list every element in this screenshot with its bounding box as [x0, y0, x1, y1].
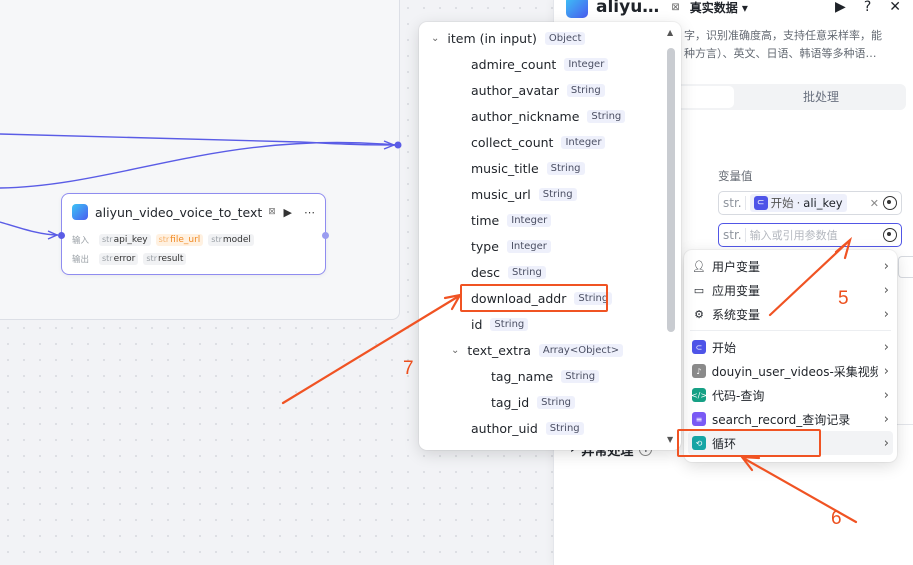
tree-field-music-title[interactable]: music_title String — [471, 158, 585, 178]
plugin-badge-icon: ⊠ — [671, 1, 680, 13]
clear-reference-icon[interactable]: ✕ — [870, 197, 879, 210]
tree-field-collect-count[interactable]: collect_count Integer — [471, 132, 606, 152]
chevron-right-icon: › — [883, 411, 889, 427]
value-input[interactable]: 输入或引用参数值 — [750, 227, 838, 243]
tree-field-author-nickname[interactable]: author_nickname String — [471, 106, 626, 126]
tree-field-id[interactable]: id String — [471, 314, 529, 334]
run-icon[interactable]: ▶ — [835, 0, 846, 15]
node-aliyun-video-voice-to-text[interactable]: aliyun_video_voice_to_text ⊠ ▶ ⋯ 输入 stra… — [58, 193, 329, 275]
reference-chip: ⊂ 开始 · ali_key — [749, 194, 847, 212]
panel-description: 字，识别准确度高，支持任意采样率，能 种方言）、英文、日语、韩语等多种语… — [684, 29, 882, 60]
aliyun-logo-icon — [566, 0, 588, 18]
douyin-icon: ♪ — [692, 364, 706, 378]
gear-icon: ⚙ — [694, 307, 704, 321]
annotation-number-7: 7 — [403, 358, 414, 379]
node-title: aliyun_video_voice_to_text — [95, 204, 263, 220]
menu-item-code-query[interactable]: </> 代码-查询 › — [688, 383, 893, 407]
menu-item-user-variables[interactable]: 👤︎ 用户变量 › — [688, 254, 893, 278]
annotation-number-5: 5 — [838, 288, 849, 309]
tree-field-music-url[interactable]: music_url String — [471, 184, 577, 204]
reference-picker-icon[interactable] — [883, 196, 897, 210]
menu-item-app-variables[interactable]: ▭ 应用变量 › — [688, 278, 893, 302]
help-icon[interactable]: ? — [864, 0, 871, 15]
code-icon: </> — [691, 388, 707, 402]
mode-tabs: 批处理 — [674, 84, 906, 110]
side-control[interactable] — [898, 256, 913, 278]
chevron-right-icon: › — [883, 387, 889, 403]
scroll-down-icon[interactable]: ▼ — [667, 435, 673, 444]
tree-field-type[interactable]: type Integer — [471, 236, 551, 256]
menu-item-douyin-user-videos[interactable]: ♪ douyin_user_videos-采集视频 › — [688, 359, 893, 383]
start-icon: ⊂ — [692, 340, 706, 354]
input-chip-file-url: strfile_url — [155, 233, 204, 246]
data-mode-dropdown[interactable]: 真实数据 ▾ — [690, 0, 748, 16]
annotation-number-6: 6 — [831, 508, 842, 529]
menu-item-start[interactable]: ⊂ 开始 › — [688, 335, 893, 359]
plugin-badge-icon: ⊠ — [268, 207, 276, 217]
database-icon: ≡ — [692, 412, 706, 426]
value-column-label: 变量值 — [718, 169, 753, 183]
chevron-down-icon: ⌄ — [451, 344, 460, 356]
chevron-right-icon: › — [883, 306, 889, 322]
field-type-label: str. — [723, 228, 746, 242]
file-url-value-field[interactable]: str. 输入或引用参数值 — [718, 223, 902, 247]
highlight-loop-item — [677, 429, 821, 457]
chevron-right-icon: › — [883, 435, 889, 451]
highlight-download-addr — [460, 284, 608, 312]
chevron-down-icon: ⌄ — [431, 32, 440, 44]
tree-scrollbar[interactable]: ▲ ▼ — [665, 28, 677, 444]
tree-field-tag-name[interactable]: tag_name String — [491, 366, 600, 386]
input-chip-api-key: strapi_key — [99, 233, 151, 246]
start-node-icon: ⊂ — [753, 196, 768, 210]
output-chip-error: strerror — [99, 252, 139, 265]
node-output-label: 输出 — [72, 254, 90, 265]
folder-icon: ▭ — [693, 283, 705, 297]
api-key-value-field[interactable]: str. ⊂ 开始 · ali_key ✕ — [718, 191, 902, 215]
scroll-up-icon[interactable]: ▲ — [667, 28, 673, 37]
node-output-port[interactable] — [322, 232, 329, 239]
menu-divider — [690, 330, 891, 331]
reference-picker-icon[interactable] — [883, 228, 897, 242]
tree-field-desc[interactable]: desc String — [471, 262, 546, 282]
more-options-icon[interactable]: ⋯ — [304, 206, 315, 219]
tree-root-item[interactable]: ⌄ item (in input) Object — [431, 28, 586, 48]
menu-item-search-record[interactable]: ≡ search_record_查询记录 › — [688, 407, 893, 431]
tree-field-admire-count[interactable]: admire_count Integer — [471, 54, 609, 74]
chevron-right-icon: › — [883, 363, 889, 379]
tree-field-tag-id[interactable]: tag_id String — [491, 392, 575, 412]
tab-batch[interactable]: 批处理 — [736, 84, 906, 110]
tree-field-text-extra[interactable]: ⌄ text_extra Array<Object> — [451, 340, 624, 360]
panel-title: aliyu… — [596, 0, 660, 17]
user-icon: 👤︎ — [692, 259, 706, 273]
node-input-port[interactable] — [58, 232, 65, 239]
menu-item-system-variables[interactable]: ⚙ 系统变量 › — [688, 302, 893, 326]
close-icon[interactable]: ✕ — [889, 0, 901, 15]
tab-single[interactable] — [676, 86, 734, 108]
field-type-label: str. — [723, 196, 746, 210]
tree-field-author-uid[interactable]: author_uid String — [471, 418, 584, 438]
scroll-thumb[interactable] — [667, 48, 675, 332]
chevron-right-icon: › — [883, 339, 889, 355]
tree-field-time[interactable]: time Integer — [471, 210, 552, 230]
tree-field-author-avatar[interactable]: author_avatar String — [471, 80, 605, 100]
input-chip-model: strmodel — [208, 233, 254, 246]
aliyun-logo-icon — [72, 204, 88, 220]
output-chip-result: strresult — [143, 252, 187, 265]
chevron-right-icon: › — [883, 282, 889, 298]
chevron-right-icon: › — [883, 258, 889, 274]
node-input-label: 输入 — [72, 235, 90, 246]
loop-item-field-tree: ⌄ item (in input) Object admire_count Int… — [419, 22, 681, 450]
run-node-icon[interactable]: ▶ — [284, 206, 292, 219]
